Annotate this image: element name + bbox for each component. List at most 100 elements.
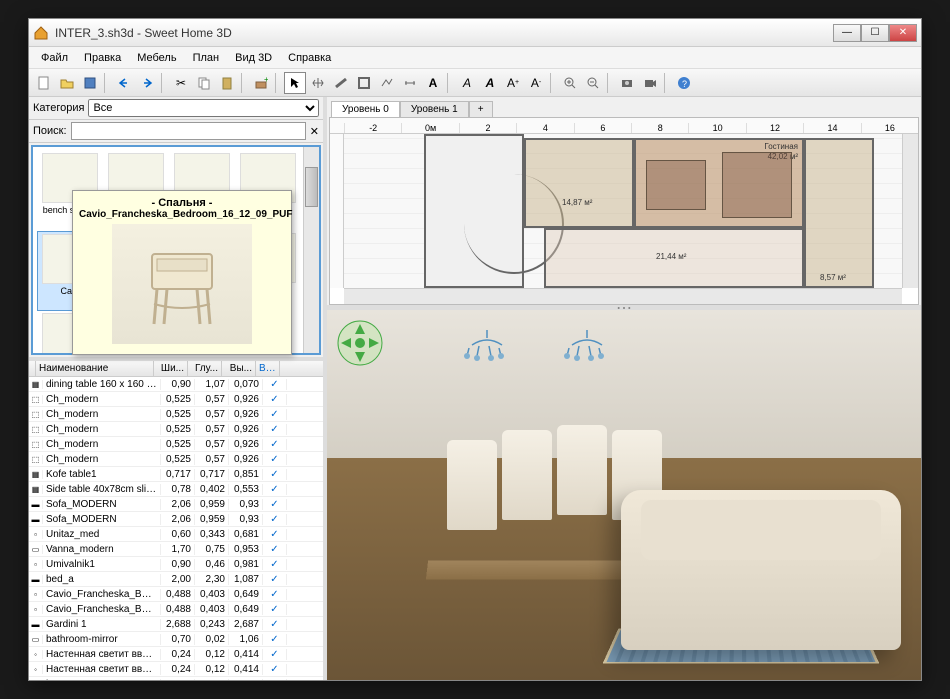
app-icon — [33, 25, 49, 41]
svg-text:+: + — [264, 76, 268, 84]
plan-tabs: Уровень 0 Уровень 1 + — [327, 97, 921, 117]
table-row[interactable]: ▫Unitaz_med0,600,3430,681✓ — [29, 527, 323, 542]
room-area-4: 21,44 м² — [656, 252, 686, 261]
col-depth[interactable]: Глу... — [188, 361, 222, 376]
category-row: Категория Все — [29, 97, 323, 120]
table-row[interactable]: ▫Umivalnik10,900,460,981✓ — [29, 557, 323, 572]
plan-scrollbar-v[interactable] — [902, 134, 918, 288]
room-name-2: Гостиная — [764, 142, 798, 151]
menubar: Файл Правка Мебель План Вид 3D Справка — [29, 47, 921, 69]
tooltip-category: - Спальня - — [79, 197, 285, 209]
table-row[interactable]: ▬bed_a2,002,301,087✓ — [29, 572, 323, 587]
save-icon[interactable] — [79, 72, 101, 94]
content-area: Категория Все Поиск: ✕ bench slimli...Bl… — [29, 97, 921, 680]
table-row[interactable]: ◦lamp060,200,200,414✓ — [29, 677, 323, 680]
col-width[interactable]: Ши... — [154, 361, 188, 376]
left-panel: Категория Все Поиск: ✕ bench slimli...Bl… — [29, 97, 327, 680]
view-3d[interactable] — [327, 310, 921, 680]
ruler-horizontal: -20м246810121416 — [330, 118, 918, 134]
polyline-icon[interactable] — [376, 72, 398, 94]
pan-icon[interactable] — [307, 72, 329, 94]
table-row[interactable]: ▬Gardini 12,6880,2432,687✓ — [29, 617, 323, 632]
tooltip-image — [112, 224, 252, 344]
table-row[interactable]: ⬚Ch_modern0,5250,570,926✓ — [29, 452, 323, 467]
table-row[interactable]: ▬Sofa_MODERN2,060,9590,93✓ — [29, 512, 323, 527]
category-label: Категория — [33, 102, 84, 114]
catalog-scrollbar[interactable] — [303, 147, 319, 353]
furniture-list: Наименование Ши... Глу... Вы... Види... … — [29, 357, 323, 680]
text-bold-icon[interactable]: A — [456, 72, 478, 94]
menu-edit[interactable]: Правка — [76, 49, 129, 67]
plan-scrollbar-h[interactable] — [344, 288, 902, 304]
plan-canvas[interactable]: 14,87 м² Гостиная 42,02 м² 8,57 м² 21,44… — [344, 134, 902, 288]
paste-icon[interactable] — [216, 72, 238, 94]
svg-text:?: ? — [682, 79, 687, 89]
toolbar: ✂ + A A A A+ A- ? — [29, 69, 921, 97]
zoom-in-icon[interactable] — [559, 72, 581, 94]
right-panel: Уровень 0 Уровень 1 + -20м246810121416 1… — [327, 97, 921, 680]
table-row[interactable]: ▭bathroom-mirror0,700,021,06✓ — [29, 632, 323, 647]
menu-furniture[interactable]: Мебель — [129, 49, 184, 67]
plan-view[interactable]: -20м246810121416 14,87 м² Гостиная 42,02… — [329, 117, 919, 305]
wall-icon[interactable] — [330, 72, 352, 94]
table-row[interactable]: ⬚Ch_modern0,5250,570,926✓ — [29, 392, 323, 407]
col-height[interactable]: Вы... — [222, 361, 256, 376]
new-icon[interactable] — [33, 72, 55, 94]
tab-level-0[interactable]: Уровень 0 — [331, 101, 400, 117]
search-label: Поиск: — [33, 125, 67, 137]
text-icon[interactable]: A — [422, 72, 444, 94]
copy-icon[interactable] — [193, 72, 215, 94]
room-area-1: 14,87 м² — [562, 198, 592, 207]
cut-icon[interactable]: ✂ — [170, 72, 192, 94]
minimize-button[interactable]: — — [833, 24, 861, 42]
ruler-vertical — [330, 134, 344, 288]
text-size-up-icon[interactable]: A+ — [502, 72, 524, 94]
zoom-out-icon[interactable] — [582, 72, 604, 94]
catalog-tooltip: - Спальня - Cavio_Francheska_Bedroom_16_… — [72, 190, 292, 355]
help-icon[interactable]: ? — [673, 72, 695, 94]
furniture-rows[interactable]: ▦dining table 160 x 160 slim...0,901,070… — [29, 377, 323, 680]
table-row[interactable]: ▭Vanna_modern1,700,750,953✓ — [29, 542, 323, 557]
room-icon[interactable] — [353, 72, 375, 94]
select-icon[interactable] — [284, 72, 306, 94]
redo-icon[interactable] — [136, 72, 158, 94]
text-italic-icon[interactable]: A — [479, 72, 501, 94]
furniture-list-header[interactable]: Наименование Ши... Глу... Вы... Види... — [29, 361, 323, 377]
menu-view3d[interactable]: Вид 3D — [227, 49, 280, 67]
open-icon[interactable] — [56, 72, 78, 94]
tab-add-level[interactable]: + — [469, 101, 493, 117]
table-row[interactable]: ◦Настенная светит вверх0,240,120,414✓ — [29, 647, 323, 662]
close-button[interactable]: ✕ — [889, 24, 917, 42]
menu-plan[interactable]: План — [185, 49, 228, 67]
table-row[interactable]: ⬚Ch_modern0,5250,570,926✓ — [29, 437, 323, 452]
table-row[interactable]: ◦Настенная светит вверх0,240,120,414✓ — [29, 662, 323, 677]
room-area-3: 8,57 м² — [820, 273, 846, 282]
table-row[interactable]: ⬚Ch_modern0,5250,570,926✓ — [29, 407, 323, 422]
search-row: Поиск: ✕ — [29, 120, 323, 143]
video-icon[interactable] — [639, 72, 661, 94]
table-row[interactable]: ▬Sofa_MODERN2,060,9590,93✓ — [29, 497, 323, 512]
text-size-down-icon[interactable]: A- — [525, 72, 547, 94]
table-row[interactable]: ▦Side table 40x78cm slimline0,780,4020,5… — [29, 482, 323, 497]
titlebar[interactable]: INTER_3.sh3d - Sweet Home 3D — ☐ ✕ — [29, 19, 921, 47]
dimension-icon[interactable] — [399, 72, 421, 94]
tab-level-1[interactable]: Уровень 1 — [400, 101, 469, 117]
undo-icon[interactable] — [113, 72, 135, 94]
menu-help[interactable]: Справка — [280, 49, 339, 67]
search-clear-icon[interactable]: ✕ — [310, 125, 319, 138]
table-row[interactable]: ⬚Ch_modern0,5250,570,926✓ — [29, 422, 323, 437]
table-row[interactable]: ▫Cavio_Francheska_Bedroo...0,4880,4030,6… — [29, 602, 323, 617]
add-furniture-icon[interactable]: + — [250, 72, 272, 94]
col-visible[interactable]: Види... — [256, 361, 280, 376]
photo-icon[interactable] — [616, 72, 638, 94]
window-title: INTER_3.sh3d - Sweet Home 3D — [55, 26, 833, 40]
category-select[interactable]: Все — [88, 99, 319, 117]
maximize-button[interactable]: ☐ — [861, 24, 889, 42]
col-name[interactable]: Наименование — [36, 361, 154, 376]
table-row[interactable]: ▦Kofe table10,7170,7170,851✓ — [29, 467, 323, 482]
table-row[interactable]: ▦dining table 160 x 160 slim...0,901,070… — [29, 377, 323, 392]
menu-file[interactable]: Файл — [33, 49, 76, 67]
search-input[interactable] — [71, 122, 306, 140]
table-row[interactable]: ▫Cavio_Francheska_Bedroo...0,4880,4030,6… — [29, 587, 323, 602]
scene-3d — [327, 310, 921, 680]
